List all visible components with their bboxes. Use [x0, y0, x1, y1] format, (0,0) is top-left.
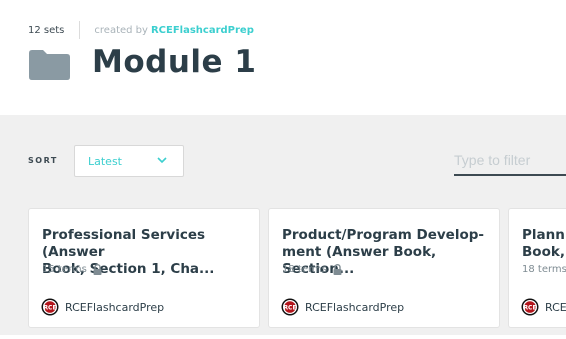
set-meta: 12 sets created by RCEFlashcardPrep	[28, 21, 254, 39]
filter-input[interactable]	[454, 145, 566, 176]
creator-name: RCEFlashcardPrep	[65, 300, 165, 314]
sort-label: SORT	[28, 156, 58, 165]
svg-text:RCE: RCE	[523, 305, 536, 312]
set-card[interactable]: Product/Program Develop- ment (Answer Bo…	[268, 208, 500, 328]
avatar: RCE	[281, 298, 299, 316]
lock-icon	[93, 264, 102, 275]
set-card[interactable]: Professional Services (Answer Book, Sect…	[28, 208, 260, 328]
term-count-label: 18 terms	[282, 264, 327, 275]
chevron-down-icon	[157, 156, 167, 167]
term-count: 18 terms	[522, 264, 566, 275]
avatar: RCE	[521, 298, 539, 316]
svg-text:RCE: RCE	[283, 305, 296, 312]
next-row-edge	[0, 335, 566, 339]
sort-selected-value: Latest	[88, 154, 122, 168]
term-count: 18 terms	[282, 264, 342, 275]
page-title: Module 1	[92, 44, 257, 80]
sort-dropdown[interactable]: Latest	[74, 145, 184, 177]
card-creator: RCE RCEFlashcardPrep	[281, 298, 404, 316]
card-creator: RCE RCEFlashcardPrep	[41, 298, 164, 316]
created-by-label: created by	[94, 24, 148, 36]
svg-text:RCE: RCE	[43, 305, 56, 312]
folder-icon	[29, 50, 70, 84]
term-count: 15 terms	[42, 264, 102, 275]
creator-name: RCEFlashcardPrep	[305, 300, 405, 314]
set-title: Plannin Book, S	[522, 227, 566, 260]
page-header: 12 sets created by RCEFlashcardPrep Modu…	[0, 0, 566, 115]
sets-count: 12 sets	[28, 24, 65, 36]
creator-name: RCEF	[545, 300, 566, 314]
meta-divider	[79, 21, 81, 39]
term-count-label: 15 terms	[42, 264, 87, 275]
term-count-label: 18 terms	[522, 264, 566, 275]
creator-link[interactable]: RCEFlashcardPrep	[151, 25, 254, 36]
set-card[interactable]: Plannin Book, S 18 terms RCE RCEF	[508, 208, 566, 328]
lock-icon	[333, 264, 342, 275]
card-creator: RCE RCEF	[521, 298, 566, 316]
avatar: RCE	[41, 298, 59, 316]
